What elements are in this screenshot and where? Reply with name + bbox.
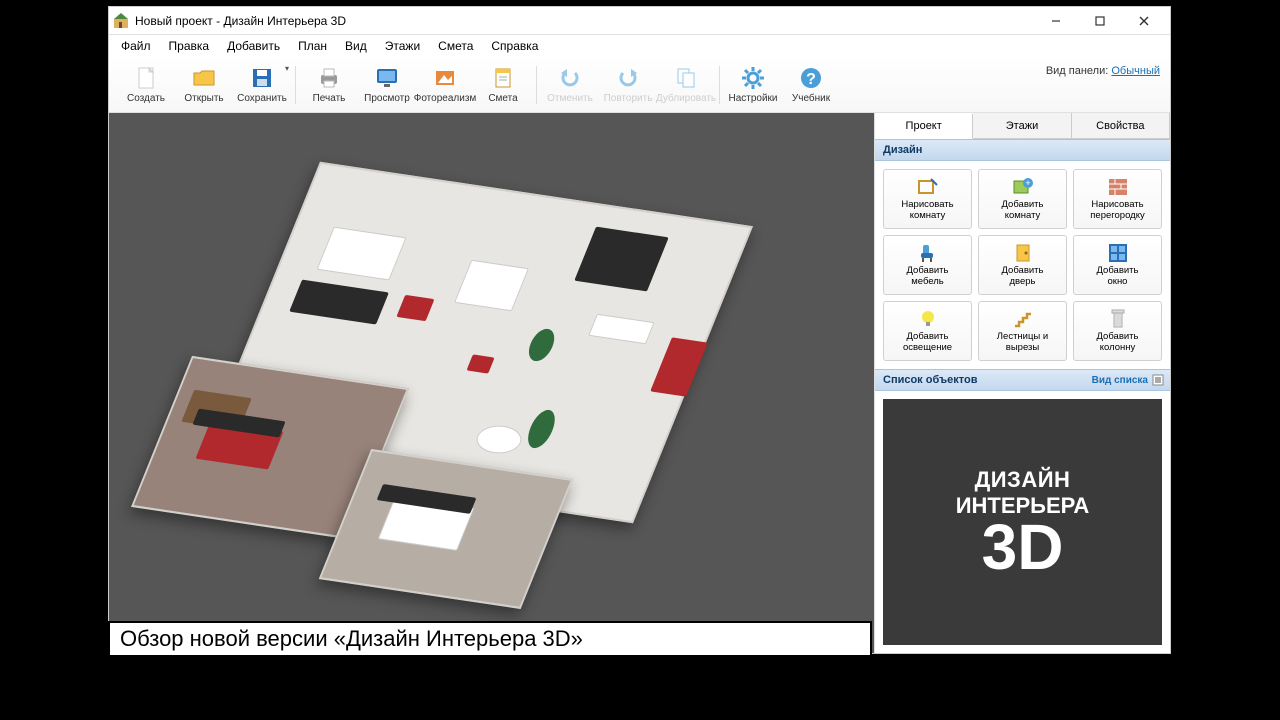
titlebar: Новый проект - Дизайн Интерьера 3D <box>109 7 1170 35</box>
print-button[interactable]: Печать <box>300 60 358 110</box>
menu-добавить[interactable]: Добавить <box>219 37 288 55</box>
tool-window[interactable]: Добавитьокно <box>1073 235 1162 295</box>
copy-icon <box>673 65 699 91</box>
svg-text:?: ? <box>806 71 816 88</box>
panel-mode-selector[interactable]: Вид панели: Обычный <box>1046 65 1160 77</box>
menu-этажи[interactable]: Этажи <box>377 37 428 55</box>
monitor-icon <box>374 65 400 91</box>
caption-text: Обзор новой версии «Дизайн Интерьера 3D» <box>120 626 583 652</box>
window-icon <box>1106 242 1130 264</box>
printer-icon <box>316 65 342 91</box>
open-button[interactable]: Открыть <box>175 60 233 110</box>
create-button[interactable]: Создать <box>117 60 175 110</box>
menu-файл[interactable]: Файл <box>113 37 159 55</box>
menu-план[interactable]: План <box>290 37 335 55</box>
video-caption: Обзор новой версии «Дизайн Интерьера 3D» <box>108 621 872 657</box>
toolbar: СоздатьОткрытьСохранить▾ ПечатьПросмотрФ… <box>109 57 1170 113</box>
menubar: ФайлПравкаДобавитьПланВидЭтажиСметаСправ… <box>109 35 1170 57</box>
dropdown-arrow-icon: ▾ <box>285 64 289 73</box>
stairs-icon <box>1011 308 1035 330</box>
side-panel: ПроектЭтажиСвойства Дизайн Нарисоватьком… <box>874 113 1170 653</box>
render-icon <box>432 65 458 91</box>
svg-text:+: + <box>1025 178 1030 188</box>
list-view-toggle[interactable]: Вид списка <box>1092 374 1164 386</box>
redo-icon <box>615 65 641 91</box>
logo-line3: 3D <box>982 519 1064 577</box>
add-room-icon: + <box>1011 176 1035 198</box>
help-icon: ? <box>798 65 824 91</box>
tool-add-room[interactable]: +Добавитькомнату <box>978 169 1067 229</box>
objects-header-label: Список объектов <box>883 374 977 386</box>
light-icon <box>916 308 940 330</box>
door-icon <box>1011 242 1035 264</box>
estimate-button[interactable]: Смета <box>474 60 532 110</box>
redo-button: Повторить <box>599 60 657 110</box>
menu-правка[interactable]: Правка <box>161 37 218 55</box>
settings-button[interactable]: Настройки <box>724 60 782 110</box>
duplicate-button: Дублировать <box>657 60 715 110</box>
tool-stairs[interactable]: Лестницы ивырезы <box>978 301 1067 361</box>
wall-icon <box>1106 176 1130 198</box>
menu-вид[interactable]: Вид <box>337 37 375 55</box>
design-section-header: Дизайн <box>875 139 1170 161</box>
app-icon <box>113 13 129 29</box>
undo-button: Отменить <box>541 60 599 110</box>
tool-column[interactable]: Добавитьколонну <box>1073 301 1162 361</box>
chair-icon <box>916 242 940 264</box>
close-button[interactable] <box>1122 7 1166 35</box>
tool-chair[interactable]: Добавитьмебель <box>883 235 972 295</box>
floppy-icon <box>249 65 275 91</box>
objects-section-header: Список объектов Вид списка <box>875 369 1170 391</box>
column-icon <box>1106 308 1130 330</box>
panel-mode-link[interactable]: Обычный <box>1111 65 1160 77</box>
panel-mode-label: Вид панели: <box>1046 65 1108 77</box>
draw-room-icon <box>916 176 940 198</box>
app-window: Новый проект - Дизайн Интерьера 3D ФайлП… <box>108 6 1171 654</box>
menu-смета[interactable]: Смета <box>430 37 481 55</box>
tab-2[interactable]: Свойства <box>1072 113 1170 138</box>
tool-wall[interactable]: Нарисоватьперегородку <box>1073 169 1162 229</box>
folder-icon <box>191 65 217 91</box>
help-button[interactable]: ?Учебник <box>782 60 840 110</box>
tool-light[interactable]: Добавитьосвещение <box>883 301 972 361</box>
undo-icon <box>557 65 583 91</box>
tab-0[interactable]: Проект <box>875 114 973 139</box>
design-tool-grid: Нарисоватькомнату+ДобавитькомнатуНарисов… <box>875 161 1170 369</box>
minimize-button[interactable] <box>1034 7 1078 35</box>
tool-draw-room[interactable]: Нарисоватькомнату <box>883 169 972 229</box>
file-icon <box>133 65 159 91</box>
tab-1[interactable]: Этажи <box>973 113 1071 138</box>
gear-icon <box>740 65 766 91</box>
preview-button[interactable]: Просмотр <box>358 60 416 110</box>
save-button[interactable]: Сохранить▾ <box>233 60 291 110</box>
menu-справка[interactable]: Справка <box>483 37 546 55</box>
window-title: Новый проект - Дизайн Интерьера 3D <box>135 14 1034 28</box>
logo-line1: ДИЗАЙН <box>975 467 1071 493</box>
3d-viewport[interactable] <box>109 113 874 653</box>
maximize-button[interactable] <box>1078 7 1122 35</box>
logo-block: ДИЗАЙН ИНТЕРЬЕРА 3D <box>883 399 1162 645</box>
tool-door[interactable]: Добавитьдверь <box>978 235 1067 295</box>
photoreal-button[interactable]: Фотореализм <box>416 60 474 110</box>
side-tabs: ПроектЭтажиСвойства <box>875 113 1170 139</box>
notepad-icon <box>490 65 516 91</box>
